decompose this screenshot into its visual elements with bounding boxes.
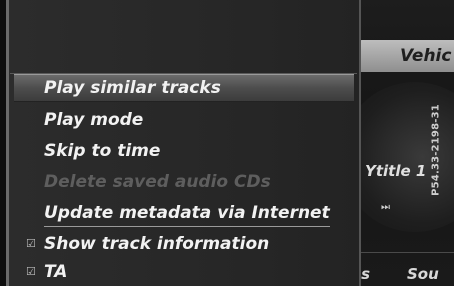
checkbox-checked-icon: ☑ — [26, 237, 36, 250]
menu-item-ta[interactable]: ☑ TA — [14, 259, 354, 285]
checkbox-checked-icon: ☑ — [26, 265, 36, 278]
menu-item-show-track-information[interactable]: ☑ Show track information — [14, 231, 354, 257]
menu-item-label: Play similar tracks — [44, 78, 221, 98]
player-divider — [360, 252, 454, 253]
menu-item-skip-to-time[interactable]: Skip to time — [14, 138, 354, 164]
menu-item-play-similar-tracks[interactable]: Play similar tracks — [14, 74, 354, 102]
checkbox-icon — [26, 207, 38, 219]
image-reference-code: P54.33-2198-31 — [430, 104, 442, 196]
menu-item-play-mode[interactable]: Play mode — [14, 107, 354, 133]
checkbox-icon — [26, 145, 38, 157]
media-screen: Vehic Ytitle 1 ⏭ es Sou P54.33-2198-31 P… — [0, 0, 454, 286]
menu-left-edge — [6, 0, 9, 286]
player-bottom-label-source: Sou — [407, 265, 439, 283]
menu-item-label: Play mode — [44, 110, 144, 130]
menu-item-label: Show track information — [44, 234, 270, 254]
menu-item-label: Delete saved audio CDs — [44, 172, 271, 192]
skip-forward-icon: ⏭ — [381, 202, 390, 213]
checkbox-icon — [26, 114, 38, 126]
menu-item-label: Skip to time — [44, 141, 161, 161]
checkbox-icon — [26, 176, 38, 188]
checkbox-icon — [26, 82, 38, 94]
menu-item-label: TA — [44, 262, 68, 282]
player-header-title: Vehic — [400, 46, 452, 66]
menu-item-label: Update metadata via Internet — [44, 200, 330, 227]
track-title: Ytitle 1 — [365, 162, 427, 180]
menu-item-delete-saved-audio-cds: Delete saved audio CDs — [14, 169, 354, 195]
menu-item-update-metadata[interactable]: Update metadata via Internet — [14, 200, 354, 227]
